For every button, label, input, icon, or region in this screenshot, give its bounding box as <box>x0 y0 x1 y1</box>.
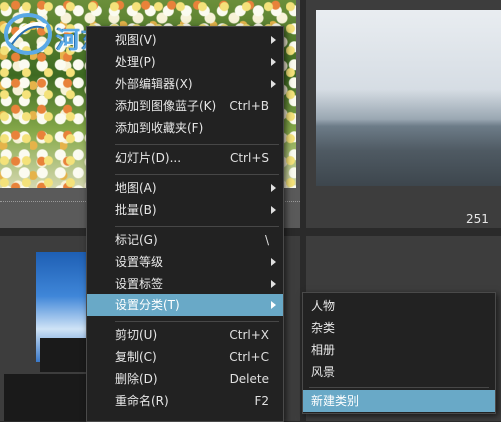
submenu-item-albums[interactable]: 相册 <box>303 339 495 361</box>
menu-item-label: 剪切(U) <box>115 328 158 342</box>
submenu-arrow-icon <box>271 206 276 214</box>
submenu-item-label: 相册 <box>311 343 336 357</box>
menu-item-label: 复制(C) <box>115 350 157 364</box>
submenu-item-label: 杂类 <box>311 321 336 335</box>
submenu-arrow-icon <box>271 58 276 66</box>
submenu-arrow-icon <box>271 280 276 288</box>
menu-item-tag[interactable]: 标记(G) \ <box>87 229 283 251</box>
menu-separator <box>115 226 279 227</box>
menu-separator <box>115 174 279 175</box>
menu-item-label: 处理(P) <box>115 55 156 69</box>
menu-item-shortcut: Ctrl+C <box>229 350 269 364</box>
menu-item-label: 视图(V) <box>115 33 157 47</box>
menu-item-label: 幻灯片(D)... <box>115 151 182 165</box>
menu-item-map[interactable]: 地图(A) <box>87 177 283 199</box>
menu-item-label: 批量(B) <box>115 203 157 217</box>
submenu-arrow-icon <box>271 258 276 266</box>
menu-item-label: 外部编辑器(X) <box>115 77 193 91</box>
menu-item-rename[interactable]: 重命名(R) F2 <box>87 390 283 412</box>
menu-item-label: 设置分类(T) <box>115 298 180 312</box>
thumbnail-image-bridge[interactable] <box>316 10 501 186</box>
menu-item-label: 添加到收藏夹(F) <box>115 121 204 135</box>
menu-item-shortcut: Delete <box>229 372 269 386</box>
menu-item-slideshow[interactable]: 幻灯片(D)... Ctrl+S <box>87 147 283 169</box>
menu-item-process[interactable]: 处理(P) <box>87 51 283 73</box>
submenu-arrow-icon <box>271 36 276 44</box>
submenu-arrow-icon <box>271 184 276 192</box>
submenu-arrow-icon <box>271 80 276 88</box>
menu-item-batch[interactable]: 批量(B) <box>87 199 283 221</box>
menu-item-set-category[interactable]: 设置分类(T) <box>87 294 283 316</box>
menu-item-shortcut: F2 <box>254 394 269 408</box>
menu-item-shortcut: \ <box>264 233 269 247</box>
submenu-separator <box>309 387 489 388</box>
menu-item-label: 设置标签 <box>115 277 164 291</box>
menu-item-cut[interactable]: 剪切(U) Ctrl+X <box>87 324 283 346</box>
menu-item-label: 地图(A) <box>115 181 157 195</box>
submenu-item-label: 人物 <box>311 299 336 313</box>
submenu-item-label: 新建类别 <box>311 394 360 408</box>
menu-item-label: 删除(D) <box>115 372 158 386</box>
overlay-block <box>40 338 90 372</box>
menu-item-shortcut: Ctrl+B <box>229 99 269 113</box>
menu-item-label: 添加到图像蓝子(K) <box>115 99 217 113</box>
submenu-item-new-category[interactable]: 新建类别 <box>303 390 495 412</box>
menu-item-shortcut: Ctrl+X <box>229 328 269 342</box>
thumbnail-cell-2[interactable]: 251 <box>306 0 501 228</box>
submenu-item-landscape[interactable]: 风景 <box>303 361 495 383</box>
menu-separator <box>115 321 279 322</box>
menu-item-label: 设置等级 <box>115 255 164 269</box>
context-menu: 视图(V) 处理(P) 外部编辑器(X) 添加到图像蓝子(K) Ctrl+B 添… <box>86 26 284 422</box>
submenu-item-misc[interactable]: 杂类 <box>303 317 495 339</box>
thumbnail-counter: 251 <box>466 212 489 226</box>
submenu-arrow-icon <box>271 301 276 309</box>
menu-item-external-editor[interactable]: 外部编辑器(X) <box>87 73 283 95</box>
submenu-item-people[interactable]: 人物 <box>303 295 495 317</box>
menu-item-view[interactable]: 视图(V) <box>87 29 283 51</box>
menu-item-delete[interactable]: 删除(D) Delete <box>87 368 283 390</box>
menu-item-set-label[interactable]: 设置标签 <box>87 273 283 295</box>
menu-item-label: 标记(G) <box>115 233 158 247</box>
menu-item-set-rating[interactable]: 设置等级 <box>87 251 283 273</box>
submenu-item-label: 风景 <box>311 365 336 379</box>
menu-item-add-to-basket[interactable]: 添加到图像蓝子(K) Ctrl+B <box>87 95 283 117</box>
category-submenu: 人物 杂类 相册 风景 新建类别 <box>302 292 496 414</box>
menu-item-add-to-favorites[interactable]: 添加到收藏夹(F) <box>87 117 283 139</box>
menu-item-label: 重命名(R) <box>115 394 169 408</box>
menu-item-shortcut: Ctrl+S <box>229 151 269 165</box>
menu-separator <box>115 144 279 145</box>
menu-item-copy[interactable]: 复制(C) Ctrl+C <box>87 346 283 368</box>
